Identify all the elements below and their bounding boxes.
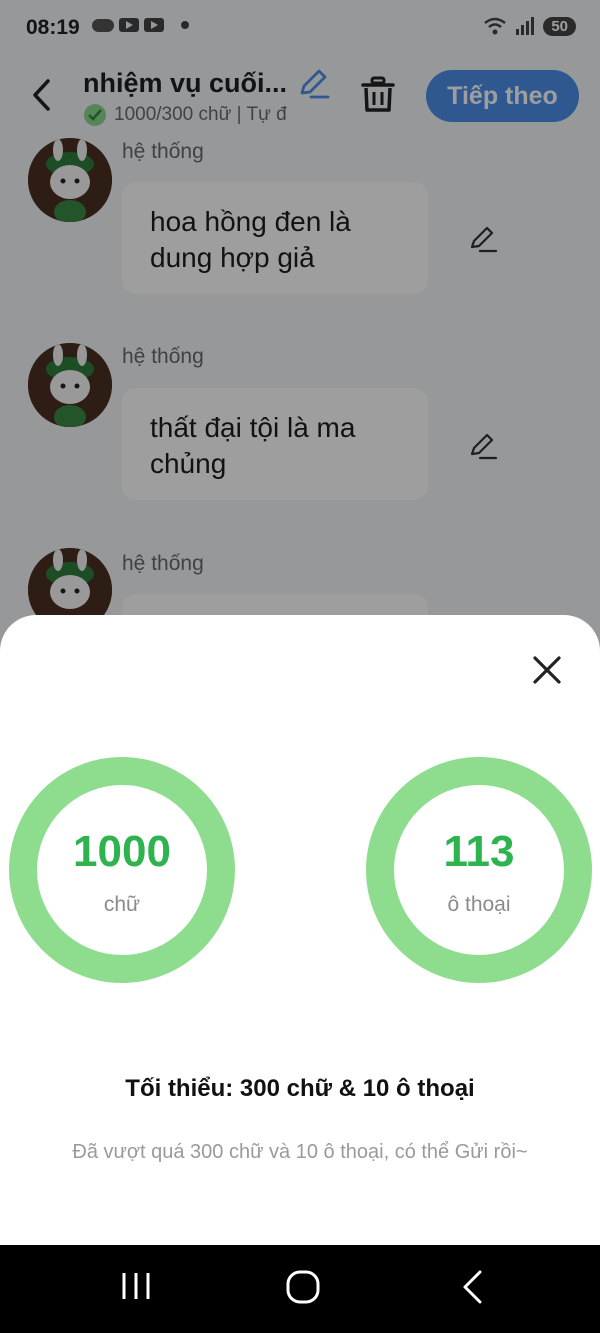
- recent-apps-icon[interactable]: [120, 1269, 152, 1303]
- word-count-ring: 1000 chữ: [9, 757, 235, 983]
- close-icon[interactable]: [527, 650, 567, 690]
- word-count-unit: chữ: [103, 893, 141, 916]
- minimum-requirement-text: Tối thiểu: 300 chữ & 10 ô thoại: [125, 1075, 475, 1102]
- ring-center: 113 ô thoại: [394, 785, 564, 955]
- ring-center: 1000 chữ: [37, 785, 207, 955]
- back-nav-icon[interactable]: [458, 1269, 486, 1305]
- status-note-text: Đã vượt quá 300 chữ và 10 ô thoại, có th…: [72, 1141, 528, 1163]
- stats-sheet: 1000 chữ 113 ô thoại Tối thiểu: 300 chữ …: [0, 615, 600, 1245]
- dialogue-count-unit: ô thoại: [447, 893, 511, 916]
- dialogue-count-ring: 113 ô thoại: [366, 757, 592, 983]
- dialogue-count-value: 113: [443, 827, 515, 876]
- system-nav-bar: [0, 1245, 600, 1333]
- word-count-value: 1000: [73, 827, 171, 876]
- home-icon[interactable]: [285, 1269, 321, 1305]
